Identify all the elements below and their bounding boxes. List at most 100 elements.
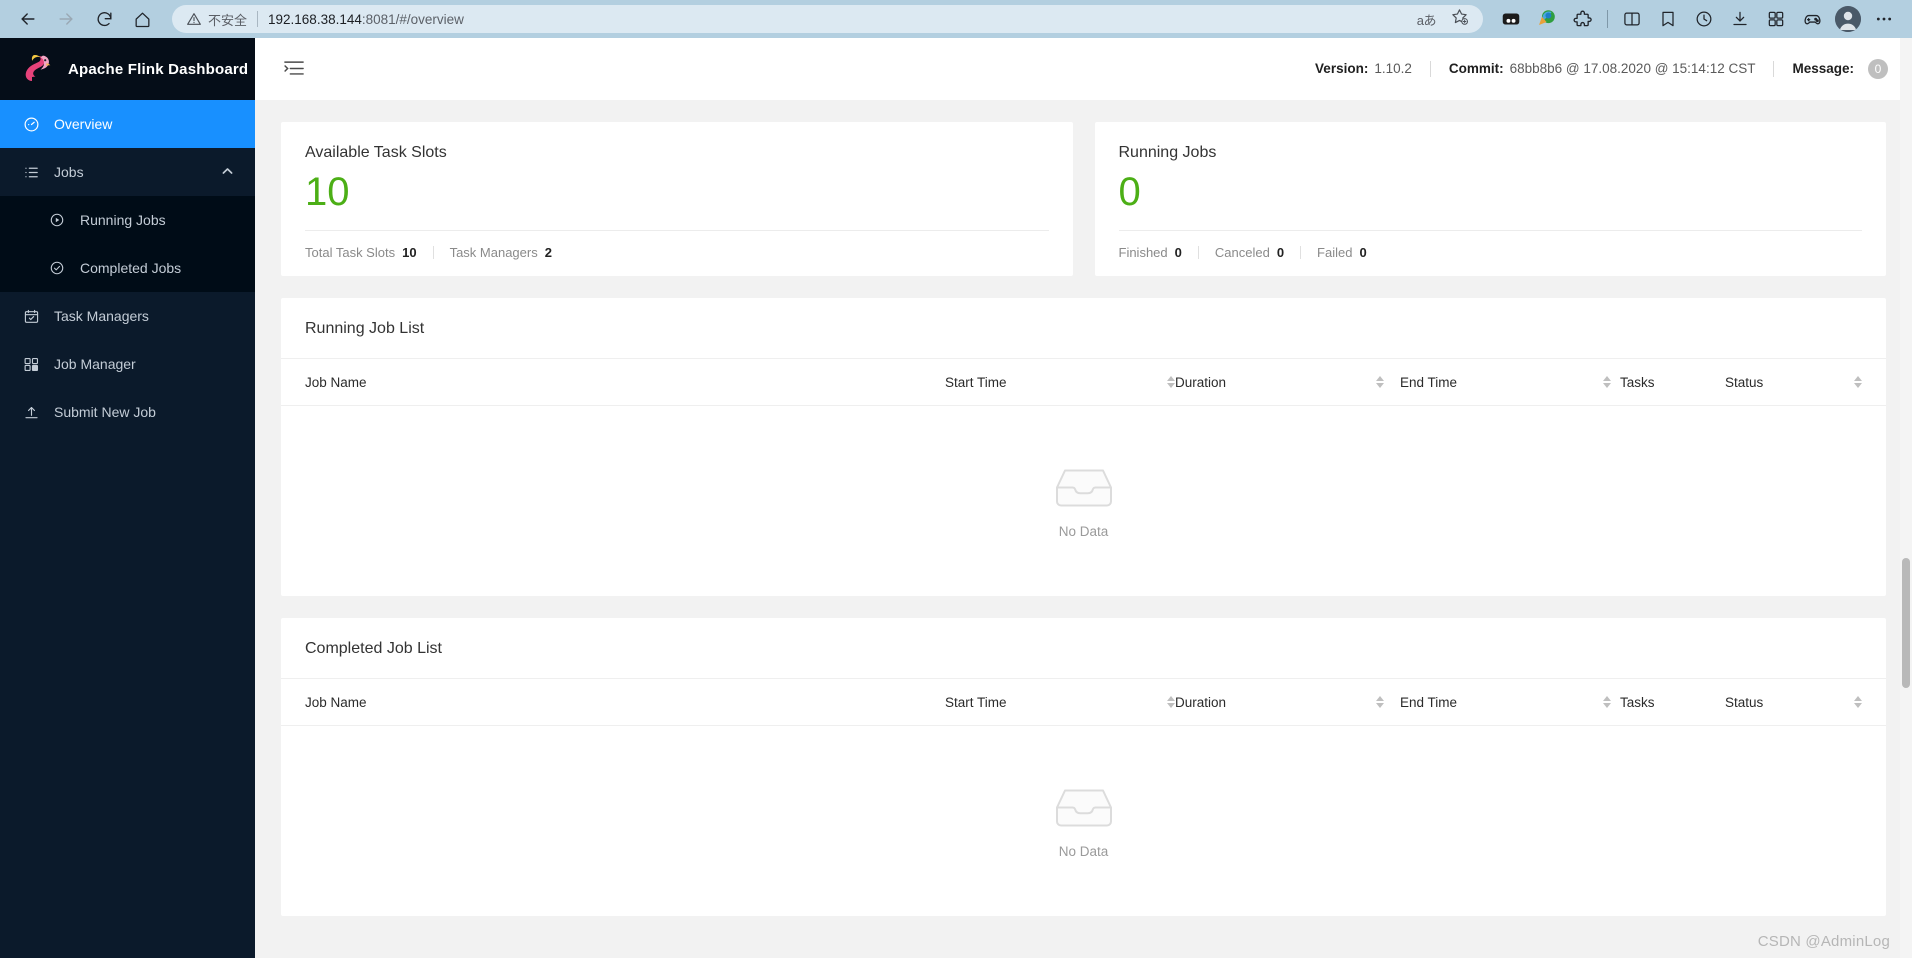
sidebar-item-submit-new-job[interactable]: Submit New Job bbox=[0, 388, 255, 436]
stat-value: 0 bbox=[1174, 245, 1182, 260]
column-label: Duration bbox=[1175, 694, 1227, 710]
column-label: Tasks bbox=[1620, 694, 1655, 710]
commit-value: 68bb8b6 @ 17.08.2020 @ 15:14:12 CST bbox=[1509, 61, 1756, 76]
stat-value: 0 bbox=[1359, 245, 1367, 260]
message-count-badge: 0 bbox=[1868, 58, 1888, 79]
message-label: Message: bbox=[1792, 60, 1854, 76]
sidebar-collapse-button[interactable] bbox=[283, 58, 305, 80]
flink-dashboard-app: Apache Flink Dashboard Overview Jobs Run… bbox=[0, 38, 1912, 958]
sidebar-item-overview[interactable]: Overview bbox=[0, 100, 255, 148]
reading-mode-icon[interactable]: aあ bbox=[1417, 10, 1437, 29]
security-label: 不安全 bbox=[208, 12, 248, 28]
sidebar-submenu-jobs: Running Jobs Completed Jobs bbox=[0, 196, 255, 292]
sidebar-item-label: Submit New Job bbox=[54, 404, 156, 420]
sort-arrows-icon[interactable] bbox=[1376, 696, 1385, 708]
commit-info: Commit: 68bb8b6 @ 17.08.2020 @ 15:14:12 … bbox=[1449, 61, 1756, 76]
upload-icon bbox=[22, 403, 40, 421]
completed-job-list-header: Job Name Start Time Duration End Time Ta… bbox=[281, 678, 1886, 726]
stat-label: Finished bbox=[1118, 245, 1168, 260]
security-warning[interactable]: 不安全 bbox=[186, 10, 247, 29]
address-divider bbox=[257, 11, 259, 27]
toolbar-divider bbox=[1607, 10, 1608, 28]
apps-icon[interactable] bbox=[1758, 4, 1794, 34]
dashboard-scroll-area[interactable]: Available Task Slots 10 Total Task Slots… bbox=[255, 100, 1912, 958]
stat-label: Total Task Slots bbox=[305, 245, 396, 260]
column-end-time[interactable]: End Time bbox=[1400, 695, 1620, 710]
completed-job-list-empty-state: No Data bbox=[281, 726, 1886, 916]
reload-button[interactable] bbox=[86, 4, 122, 34]
column-status[interactable]: Status bbox=[1725, 695, 1862, 710]
stat-value: 0 bbox=[1276, 245, 1285, 260]
warning-triangle-icon bbox=[187, 13, 201, 25]
page-scrollbar[interactable] bbox=[1900, 38, 1912, 958]
column-tasks: Tasks bbox=[1620, 375, 1725, 390]
sort-arrows-icon[interactable] bbox=[1603, 376, 1612, 388]
extensions-icon[interactable] bbox=[1565, 4, 1601, 34]
sidebar-item-running-jobs[interactable]: Running Jobs bbox=[0, 196, 255, 244]
browser-extension-icons bbox=[1493, 4, 1902, 34]
avatar[interactable] bbox=[1835, 6, 1861, 32]
column-label: Tasks bbox=[1620, 374, 1655, 390]
sort-arrows-icon[interactable] bbox=[1166, 696, 1175, 708]
address-bar[interactable]: 不安全 192.168.38.144:8081/#/overview aあ bbox=[172, 5, 1483, 33]
total-task-slots-stat: Total Task Slots 10 bbox=[305, 245, 417, 260]
home-button[interactable] bbox=[124, 4, 160, 34]
header-divider bbox=[1429, 60, 1431, 77]
empty-text: No Data bbox=[1058, 524, 1109, 539]
card-footer: Finished 0 Canceled 0 Failed 0 bbox=[1118, 230, 1862, 276]
settings-more-icon[interactable] bbox=[1866, 4, 1902, 34]
sidebar-item-label: Running Jobs bbox=[80, 212, 166, 228]
sort-arrows-icon[interactable] bbox=[1854, 696, 1862, 708]
completed-job-list-card: Completed Job List Job Name Start Time D… bbox=[281, 618, 1886, 916]
games-icon[interactable] bbox=[1794, 4, 1830, 34]
page-scrollbar-thumb[interactable] bbox=[1902, 558, 1910, 688]
list-icon bbox=[22, 163, 40, 181]
stat-value: 2 bbox=[544, 245, 552, 260]
stat-value: 10 bbox=[402, 245, 417, 260]
browser-toolbar: 不安全 192.168.38.144:8081/#/overview aあ bbox=[0, 0, 1912, 38]
sidebar-item-label: Overview bbox=[54, 116, 113, 132]
column-status[interactable]: Status bbox=[1725, 375, 1862, 390]
brand-title: Apache Flink Dashboard bbox=[68, 60, 249, 78]
collections-icon[interactable] bbox=[1493, 4, 1529, 34]
running-job-list-title: Running Job List bbox=[305, 320, 425, 337]
stat-cards-row: Available Task Slots 10 Total Task Slots… bbox=[281, 122, 1886, 276]
url-text: 192.168.38.144:8081/#/overview bbox=[268, 12, 1417, 27]
running-job-list-card: Running Job List Job Name Start Time Dur… bbox=[281, 298, 1886, 596]
favorite-star-icon[interactable] bbox=[1450, 7, 1469, 31]
message-info[interactable]: Message: 0 bbox=[1792, 58, 1888, 79]
forward-button[interactable] bbox=[48, 4, 84, 34]
split-screen-icon[interactable] bbox=[1614, 4, 1650, 34]
stat-label: Failed bbox=[1317, 245, 1353, 260]
sidebar: Apache Flink Dashboard Overview Jobs Run… bbox=[0, 38, 255, 958]
sidebar-item-completed-jobs[interactable]: Completed Jobs bbox=[0, 244, 255, 292]
completed-job-list-title: Completed Job List bbox=[305, 640, 442, 657]
column-duration[interactable]: Duration bbox=[1175, 695, 1400, 710]
available-task-slots-value: 10 bbox=[305, 170, 350, 214]
sidebar-menu: Overview Jobs Running Jobs Completed Job… bbox=[0, 100, 255, 436]
sort-arrows-icon[interactable] bbox=[1166, 376, 1175, 388]
sidebar-item-task-managers[interactable]: Task Managers bbox=[0, 292, 255, 340]
column-duration[interactable]: Duration bbox=[1175, 375, 1400, 390]
column-end-time[interactable]: End Time bbox=[1400, 375, 1620, 390]
header-divider bbox=[1773, 60, 1775, 77]
favorites-icon[interactable] bbox=[1650, 4, 1686, 34]
footer-divider bbox=[1300, 246, 1302, 259]
footer-divider bbox=[1197, 246, 1199, 259]
chevron-up-icon[interactable] bbox=[222, 166, 233, 178]
column-start-time[interactable]: Start Time bbox=[945, 375, 1175, 390]
play-circle-icon bbox=[48, 211, 66, 229]
profile-avatar[interactable] bbox=[1830, 4, 1866, 34]
downloads-icon[interactable] bbox=[1722, 4, 1758, 34]
column-label: End Time bbox=[1400, 694, 1458, 710]
column-start-time[interactable]: Start Time bbox=[945, 695, 1175, 710]
sort-arrows-icon[interactable] bbox=[1376, 376, 1385, 388]
history-icon[interactable] bbox=[1686, 4, 1722, 34]
sort-arrows-icon[interactable] bbox=[1854, 376, 1862, 388]
sidebar-item-job-manager[interactable]: Job Manager bbox=[0, 340, 255, 388]
sidebar-item-jobs[interactable]: Jobs bbox=[0, 148, 255, 196]
back-button[interactable] bbox=[10, 4, 46, 34]
sort-arrows-icon[interactable] bbox=[1603, 696, 1612, 708]
idm-download-icon[interactable] bbox=[1529, 4, 1565, 34]
sidebar-item-label: Completed Jobs bbox=[80, 260, 182, 276]
